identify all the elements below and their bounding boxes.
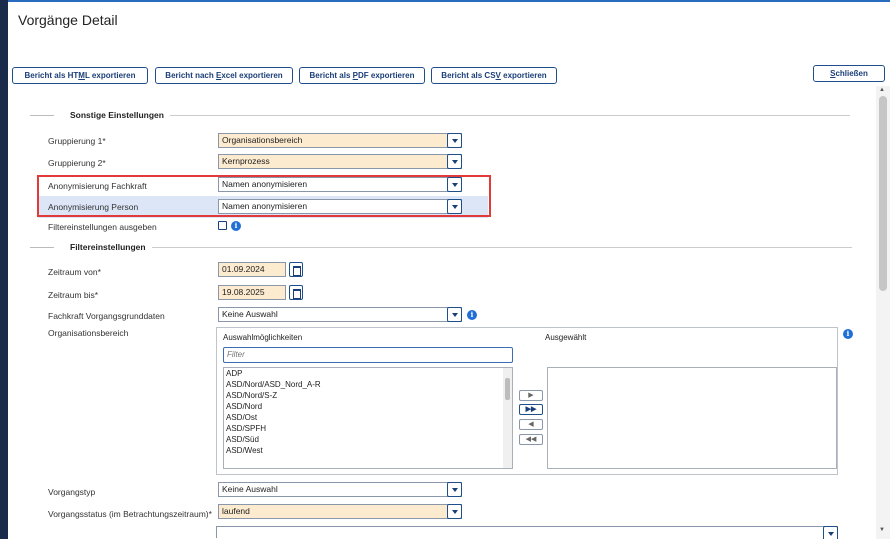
section-filter-title: Filtereinstellungen — [70, 242, 146, 252]
available-header: Auswahlmöglichkeiten — [223, 333, 303, 342]
list-scrollbar[interactable] — [503, 368, 512, 468]
top-accent-line — [8, 0, 890, 2]
list-item[interactable]: ASD/Nord/S-Z — [224, 390, 512, 401]
gruppierung2-value: Kernprozess — [222, 156, 270, 166]
section-divider — [30, 114, 54, 116]
vorgangstyp-value: Keine Auswahl — [222, 484, 278, 494]
chevron-down-icon[interactable] — [447, 482, 462, 497]
list-item[interactable]: ASD/West — [224, 445, 512, 456]
zeitraum-bis-input[interactable]: 19.08.2025 — [218, 285, 286, 300]
form-content: Sonstige Einstellungen Gruppierung 1* Or… — [8, 95, 876, 539]
section-divider — [151, 246, 852, 248]
export-csv-label-rest: exportieren — [500, 71, 547, 80]
row-vorgangstyp: Vorgangstyp Keine Auswahl — [38, 479, 488, 501]
highlight-box — [37, 175, 491, 217]
export-excel-button[interactable]: Bericht nach Excel exportieren — [155, 67, 293, 84]
row-filter-ausgeben: Filtereinstellungen ausgeben i — [38, 218, 488, 240]
section-sonstige-title: Sonstige Einstellungen — [70, 110, 164, 120]
fachkraft-value: Keine Auswahl — [222, 309, 278, 319]
fachkraft-select[interactable]: Keine Auswahl — [218, 307, 462, 322]
zeitraum-von-input[interactable]: 01.09.2024 — [218, 262, 286, 277]
move-left-button[interactable]: ◀ — [519, 419, 543, 430]
export-excel-label-rest: xcel exportieren — [221, 71, 283, 80]
chevron-down-icon[interactable] — [823, 526, 838, 539]
info-icon[interactable]: i — [231, 221, 241, 231]
gruppierung1-select[interactable]: Organisationsbereich — [218, 133, 462, 148]
list-item[interactable]: ASD/Nord/ASD_Nord_A-R — [224, 379, 512, 390]
row-zeitraum-von: Zeitraum von* 01.09.2024 — [38, 259, 488, 281]
calendar-icon[interactable] — [289, 285, 303, 300]
fachkraft-label: Fachkraft Vorgangsgrunddaten — [48, 311, 165, 321]
move-all-right-button[interactable]: ▶▶ — [519, 404, 543, 415]
export-csv-button[interactable]: Bericht als CSV exportieren — [431, 67, 557, 84]
chevron-down-icon[interactable] — [447, 307, 462, 322]
vorgangsstatus-value: laufend — [222, 506, 250, 516]
info-icon[interactable]: i — [843, 329, 853, 339]
chevron-down-icon[interactable] — [447, 133, 462, 148]
move-all-left-button[interactable]: ◀◀ — [519, 434, 543, 445]
export-html-button[interactable]: Bericht als HTML exportieren — [12, 67, 148, 84]
row-gruppierung1: Gruppierung 1* Organisationsbereich — [38, 130, 488, 152]
zeitraum-von-label: Zeitraum von* — [48, 267, 101, 277]
vorgangsstatus-label: Vorgangsstatus (im Betrachtungszeitraum)… — [48, 509, 212, 519]
section-sonstige-header: Sonstige Einstellungen — [30, 109, 850, 121]
gruppierung2-label: Gruppierung 2* — [48, 158, 106, 168]
list-item[interactable]: ASD/Süd — [224, 434, 512, 445]
left-frame-bar — [0, 0, 8, 539]
partial-select[interactable] — [216, 526, 838, 539]
close-button[interactable]: Schließen — [813, 65, 885, 82]
row-zeitraum-bis: Zeitraum bis* 19.08.2025 — [38, 282, 488, 304]
gruppierung1-value: Organisationsbereich — [222, 135, 303, 145]
export-pdf-label: Bericht als — [309, 71, 353, 80]
export-html-accesskey: M — [78, 71, 85, 80]
orgbereich-picker: Auswahlmöglichkeiten Ausgewählt Filter A… — [216, 327, 838, 475]
page-title: Vorgänge Detail — [18, 12, 118, 28]
section-divider — [30, 246, 54, 248]
selected-list[interactable] — [547, 367, 837, 469]
row-gruppierung2: Gruppierung 2* Kernprozess — [38, 152, 488, 174]
list-item[interactable]: ASD/SPFH — [224, 423, 512, 434]
scroll-thumb[interactable] — [879, 96, 887, 291]
zeitraum-bis-label: Zeitraum bis* — [48, 290, 99, 300]
gruppierung1-label: Gruppierung 1* — [48, 136, 106, 146]
calendar-icon[interactable] — [289, 262, 303, 277]
available-list[interactable]: ADP ASD/Nord/ASD_Nord_A-R ASD/Nord/S-Z A… — [223, 367, 513, 469]
row-vorgangsstatus: Vorgangsstatus (im Betrachtungszeitraum)… — [38, 501, 488, 523]
export-pdf-label-rest: DF exportieren — [358, 71, 415, 80]
list-item[interactable]: ASD/Nord — [224, 401, 512, 412]
section-filter-header: Filtereinstellungen — [30, 241, 852, 253]
list-scroll-thumb[interactable] — [505, 378, 510, 400]
chevron-down-icon[interactable] — [447, 154, 462, 169]
export-html-label: Bericht als HT — [24, 71, 79, 80]
scroll-down-icon[interactable]: ▼ — [879, 527, 885, 533]
filter-ausgeben-checkbox[interactable] — [218, 221, 227, 230]
orgbereich-label: Organisationsbereich — [48, 328, 129, 338]
info-icon[interactable]: i — [467, 310, 477, 320]
list-item[interactable]: ADP — [224, 368, 512, 379]
export-csv-label: Bericht als CS — [441, 71, 496, 80]
close-label: chließen — [835, 69, 868, 78]
chevron-down-icon[interactable] — [447, 504, 462, 519]
vorgangsstatus-select[interactable]: laufend — [218, 504, 462, 519]
filter-input[interactable]: Filter — [223, 347, 513, 363]
export-html-label-rest: L exportieren — [84, 71, 136, 80]
scroll-up-icon[interactable]: ▲ — [879, 87, 885, 93]
main-scrollbar[interactable]: ▲ ▼ — [876, 86, 890, 539]
selected-header: Ausgewählt — [545, 333, 587, 342]
list-item[interactable]: ASD/Ost — [224, 412, 512, 423]
export-pdf-button[interactable]: Bericht als PDF exportieren — [299, 67, 425, 84]
filter-ausgeben-label: Filtereinstellungen ausgeben — [48, 222, 157, 232]
vorgangstyp-label: Vorgangstyp — [48, 487, 96, 497]
move-right-button[interactable]: ▶ — [519, 390, 543, 401]
section-divider — [169, 114, 850, 116]
export-excel-label: Bericht nach — [165, 71, 216, 80]
gruppierung2-select[interactable]: Kernprozess — [218, 154, 462, 169]
vorgangstyp-select[interactable]: Keine Auswahl — [218, 482, 462, 497]
